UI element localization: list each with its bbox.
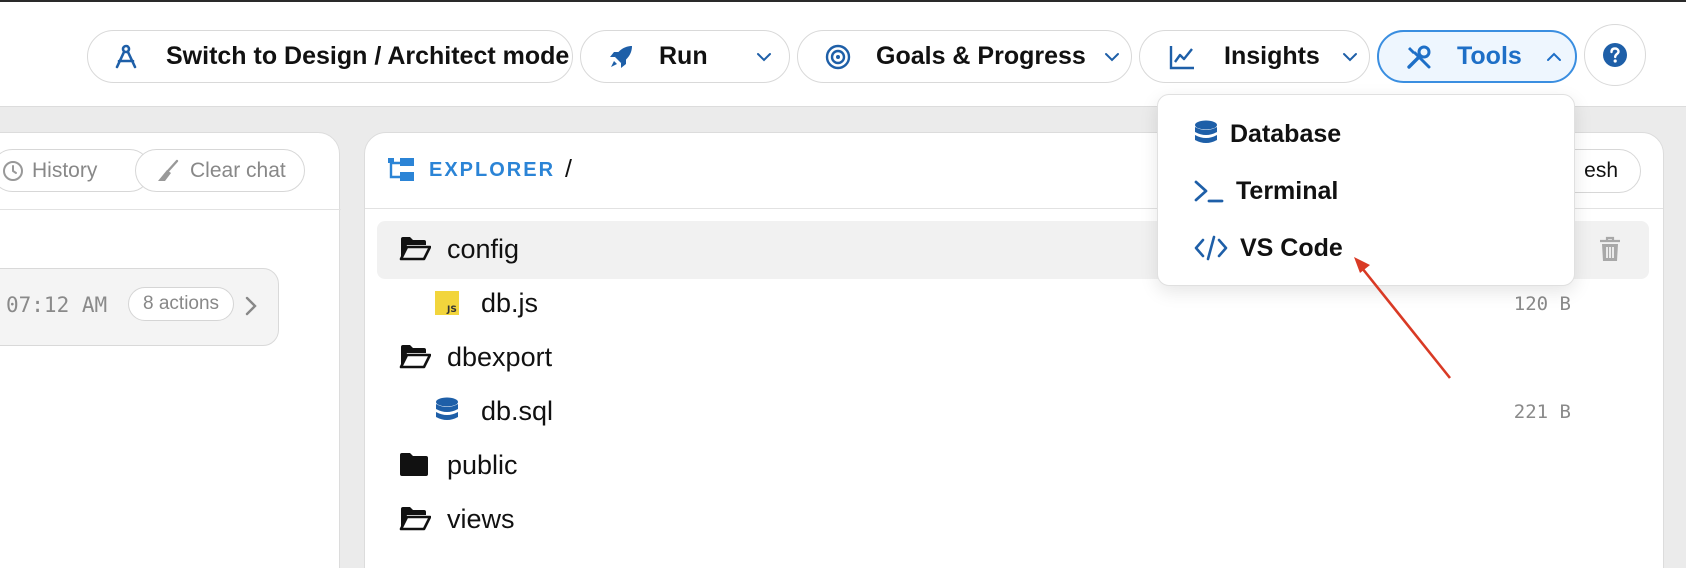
broom-icon	[156, 159, 180, 183]
chevron-down-icon	[1102, 47, 1122, 67]
code-icon	[1194, 235, 1240, 261]
folder-open-icon	[399, 343, 431, 369]
chevron-up-icon	[1544, 47, 1564, 67]
message-card[interactable]: 07:12 AM 8 actions	[0, 268, 279, 346]
folder-open-icon	[399, 505, 431, 531]
tree-row-views[interactable]: views	[377, 491, 1649, 549]
rocket-icon	[607, 43, 635, 71]
svg-text:JS: JS	[446, 305, 457, 315]
folder-open-icon	[399, 235, 431, 261]
trash-icon[interactable]	[1599, 236, 1621, 262]
clear-chat-label: Clear chat	[190, 158, 286, 182]
menu-item-label: VS Code	[1240, 233, 1343, 262]
chevron-right-icon[interactable]	[242, 295, 260, 317]
tree-item-name: public	[447, 450, 518, 480]
tree-item-name: views	[447, 504, 515, 534]
tree-item-name: dbexport	[447, 342, 553, 372]
annotation-arrow	[1354, 257, 1452, 379]
clear-chat-button[interactable]: Clear chat	[135, 149, 305, 192]
breadcrumb-path[interactable]: /	[565, 155, 572, 184]
goals-progress-label: Goals & Progress	[876, 42, 1086, 70]
history-label: History	[32, 158, 98, 182]
menu-item-database[interactable]: Database	[1194, 114, 1341, 154]
message-time: 07:12 AM	[6, 293, 108, 317]
menu-item-vscode[interactable]: VS Code	[1194, 228, 1343, 268]
menu-item-label: Terminal	[1236, 176, 1339, 205]
chevron-down-icon	[754, 47, 774, 67]
tree-item-name: config	[447, 234, 520, 264]
menu-item-label: Database	[1230, 119, 1342, 148]
database-icon	[435, 397, 459, 425]
tree-item-name: db.js	[481, 288, 539, 318]
question-circle-icon	[1602, 42, 1628, 68]
file-size: 221 B	[1513, 401, 1571, 423]
switch-mode-button[interactable]: Switch to Design / Architect mode	[87, 30, 573, 83]
tree-row-public[interactable]: public	[377, 437, 1649, 495]
insights-label: Insights	[1224, 42, 1320, 70]
history-icon	[2, 160, 24, 182]
top-toolbar: Switch to Design / Architect mode Run Go…	[0, 0, 1686, 107]
run-button[interactable]: Run	[580, 30, 790, 83]
chevron-down-icon	[1340, 47, 1360, 67]
chat-panel: History Clear chat 07:12 AM 8 actions	[0, 132, 341, 568]
compass-icon	[112, 43, 140, 71]
goals-progress-button[interactable]: Goals & Progress	[797, 30, 1132, 83]
insights-button[interactable]: Insights	[1139, 30, 1370, 83]
help-button[interactable]	[1584, 24, 1646, 86]
tools-label: Tools	[1457, 42, 1522, 70]
tree-row-db-sql[interactable]: db.sql 221 B	[377, 383, 1649, 441]
actions-count: 8 actions	[143, 293, 220, 314]
folder-icon	[399, 451, 429, 477]
divider	[0, 209, 341, 210]
actions-badge: 8 actions	[128, 287, 235, 321]
javascript-file-icon: JS	[435, 291, 459, 315]
file-size: 120 B	[1513, 293, 1571, 315]
refresh-label: esh	[1584, 159, 1618, 182]
database-icon	[1194, 120, 1230, 148]
tools-button[interactable]: Tools	[1377, 30, 1577, 83]
switch-mode-label: Switch to Design / Architect mode	[166, 42, 570, 70]
target-icon	[824, 43, 852, 71]
line-chart-icon	[1168, 43, 1196, 71]
explorer-title: EXPLORER	[429, 159, 556, 181]
wrench-screwdriver-icon	[1405, 43, 1433, 71]
history-button[interactable]: History	[0, 149, 151, 192]
file-tree-icon	[387, 157, 415, 183]
tree-item-name: db.sql	[481, 396, 554, 426]
run-label: Run	[659, 42, 708, 70]
terminal-icon	[1194, 178, 1236, 204]
menu-item-terminal[interactable]: Terminal	[1194, 171, 1338, 211]
